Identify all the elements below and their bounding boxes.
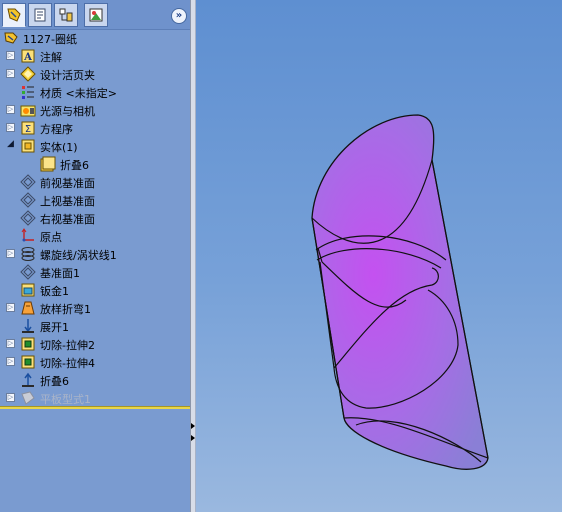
displaymanager-tab[interactable] [84, 3, 108, 27]
tree-item[interactable]: 折叠6 [0, 155, 190, 173]
tree-item[interactable]: ▷ 平板型式1 [0, 389, 190, 407]
configurationmanager-tab[interactable] [54, 3, 78, 27]
rollback-bar[interactable] [0, 406, 190, 409]
tube-silhouette [311, 114, 489, 470]
expand-node-icon[interactable]: ▷ [6, 303, 15, 312]
tree-item[interactable]: 前视基准面 [0, 173, 190, 191]
tree-item-label: 上视基准面 [40, 195, 95, 208]
tree-item-label: 材质 <未指定> [40, 87, 117, 100]
tree-item-label: 放样折弯1 [40, 303, 91, 316]
part-icon [3, 30, 19, 46]
tree-item[interactable]: ▷ 光源与相机 [0, 101, 190, 119]
expand-node-icon[interactable]: ▷ [6, 357, 15, 366]
featuremanager-tab[interactable] [2, 3, 26, 27]
tree-item[interactable]: 展开1 [0, 317, 190, 335]
expand-node-icon[interactable]: ▷ [6, 393, 15, 402]
tree-item[interactable]: ◢ 实体(1) [0, 137, 190, 155]
tree-item-label: 原点 [40, 231, 62, 244]
tree-item-label: 折叠6 [40, 375, 69, 388]
tree-item[interactable]: ▷ 切除-拉伸2 [0, 335, 190, 353]
equations-icon: Σ [20, 120, 36, 136]
feature-tree: 1127-圈纸 ▷ A 注解 ▷ 设计活页夹材质 <未指定> ▷ 光源与相机 ▷ Σ 方程序 ◢ 实体(… [0, 29, 190, 407]
tree-item[interactable]: 上视基准面 [0, 191, 190, 209]
model-view [311, 114, 489, 470]
solid-bodies-icon [20, 138, 36, 154]
tree-item-label: 切除-拉伸4 [40, 357, 95, 370]
lofted-bend-icon [20, 300, 36, 316]
tree-item-label: 1127-圈纸 [23, 33, 77, 46]
body-icon [40, 156, 56, 172]
fold-icon [20, 372, 36, 388]
tree-item-label: 方程序 [40, 123, 73, 136]
tree-item[interactable]: ▷ Σ 方程序 [0, 119, 190, 137]
feature-manager-panel: » 1127-圈纸 ▷ A 注解 ▷ 设计活页夹材质 <未指定> ▷ 光源与相机 ▷ Σ 方程序 ◢ 实… [0, 0, 190, 512]
graphics-viewport[interactable] [196, 0, 562, 512]
annotations-icon: A [20, 48, 36, 64]
tree-item[interactable]: 原点 [0, 227, 190, 245]
tree-item-label: 右视基准面 [40, 213, 95, 226]
tree-item-label: 前视基准面 [40, 177, 95, 190]
folded-sheet-metal-body [311, 114, 489, 470]
lights-cameras-icon [20, 102, 36, 118]
expand-node-icon[interactable]: ▷ [6, 51, 15, 60]
tree-item-label: 钣金1 [40, 285, 69, 298]
unfold-icon [20, 318, 36, 334]
design-binder-icon [20, 66, 36, 82]
expand-node-icon[interactable]: ▷ [6, 69, 15, 78]
expand-node-icon[interactable]: ▷ [6, 339, 15, 348]
tree-item-label: 切除-拉伸2 [40, 339, 95, 352]
collapse-node-icon[interactable]: ◢ [6, 140, 15, 150]
property-icon [34, 8, 46, 22]
tree-item-label: 展开1 [40, 321, 69, 334]
svg-text:Σ: Σ [25, 124, 31, 135]
tree-item-label: 注解 [40, 51, 62, 64]
configuration-icon [59, 8, 73, 22]
tree-item[interactable]: ▷ 切除-拉伸4 [0, 353, 190, 371]
tree-item[interactable]: 材质 <未指定> [0, 83, 190, 101]
tree-item[interactable]: ▷ A 注解 [0, 47, 190, 65]
tree-item[interactable]: ▷ 放样折弯1 [0, 299, 190, 317]
tree-item-label: 实体(1) [40, 141, 78, 154]
plane-icon [20, 174, 36, 190]
tree-item-label: 设计活页夹 [40, 69, 95, 82]
cut-extrude-icon [20, 354, 36, 370]
tree-item[interactable]: 基准面1 [0, 263, 190, 281]
svg-text:A: A [23, 52, 32, 63]
plane-icon [20, 210, 36, 226]
feature-tree-icon [7, 8, 21, 22]
plane-icon [20, 192, 36, 208]
helix-icon [20, 246, 36, 262]
expand-node-icon[interactable]: ▷ [6, 123, 15, 132]
tree-item[interactable]: ▷ 螺旋线/涡状线1 [0, 245, 190, 263]
tree-item-label: 折叠6 [60, 159, 89, 172]
plane-icon [20, 264, 36, 280]
expand-node-icon[interactable]: ▷ [6, 105, 15, 114]
flat-pattern-icon [20, 390, 36, 406]
tree-root[interactable]: 1127-圈纸 [0, 29, 190, 47]
propertymanager-tab[interactable] [28, 3, 52, 27]
appearance-icon [89, 8, 103, 22]
collapse-panel-button[interactable]: » [171, 8, 187, 24]
tree-item-label: 螺旋线/涡状线1 [40, 249, 117, 262]
tree-item-label: 光源与相机 [40, 105, 95, 118]
panel-tab-bar: » [0, 0, 190, 30]
cut-extrude-icon [20, 336, 36, 352]
origin-icon [20, 228, 36, 244]
splitter-grip-icon [191, 423, 195, 441]
tree-item[interactable]: 折叠6 [0, 371, 190, 389]
tree-item[interactable]: ▷ 设计活页夹 [0, 65, 190, 83]
tree-item[interactable]: 钣金1 [0, 281, 190, 299]
tree-item[interactable]: 右视基准面 [0, 209, 190, 227]
material-icon [20, 84, 36, 100]
tree-item-label: 平板型式1 [40, 393, 91, 406]
sheet-metal-icon [20, 282, 36, 298]
tree-item-label: 基准面1 [40, 267, 80, 280]
expand-node-icon[interactable]: ▷ [6, 249, 15, 258]
